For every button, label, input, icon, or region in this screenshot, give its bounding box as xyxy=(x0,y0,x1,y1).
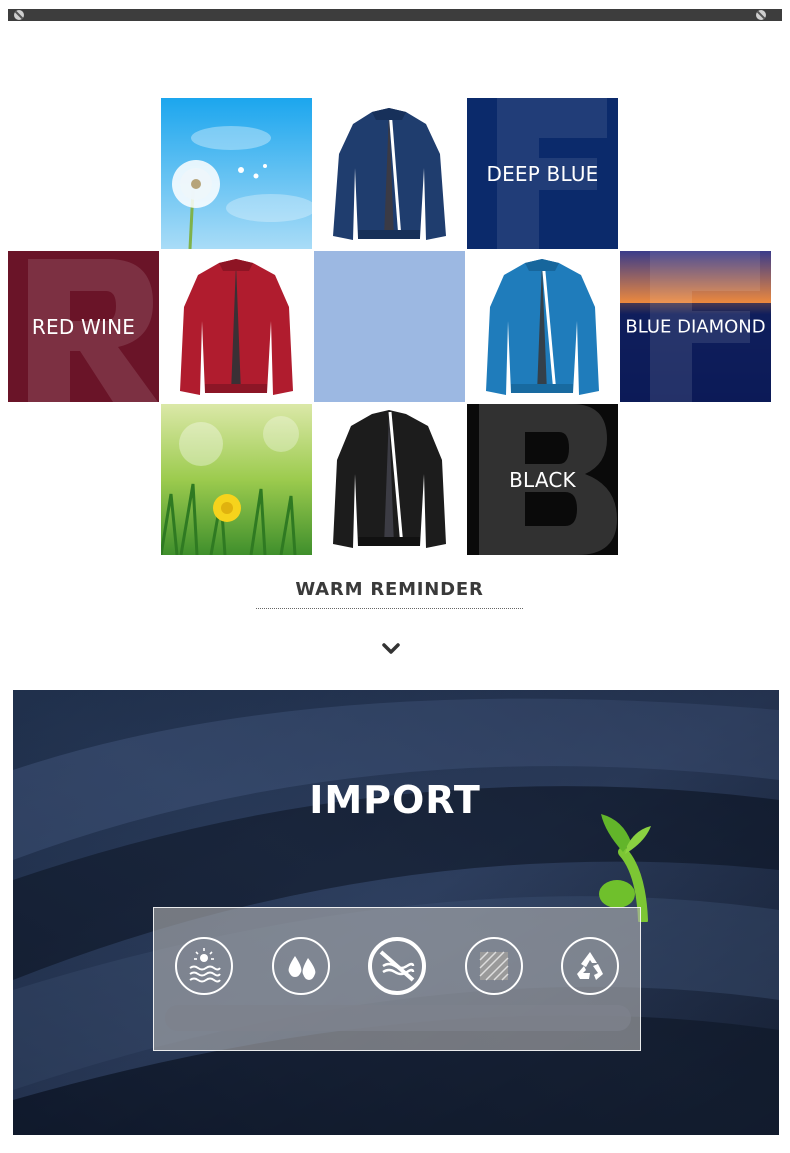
feature-caption-bar xyxy=(165,1005,631,1031)
recycle-icon xyxy=(561,937,619,995)
dandelion-sky-image xyxy=(161,98,312,249)
screw-icon xyxy=(756,10,766,20)
warm-reminder-title: WARM REMINDER xyxy=(295,579,484,600)
features-panel xyxy=(153,907,641,1051)
deep-blue-label: DEEP BLUE xyxy=(486,161,599,186)
jacket-blue-image xyxy=(467,251,618,402)
no-wash-icon xyxy=(368,937,426,995)
black-swatch: BLACK xyxy=(467,404,618,555)
jacket-navy-image xyxy=(314,98,465,249)
blue-diamond-label: BLUE DIAMOND xyxy=(625,316,766,337)
texture-icon xyxy=(465,937,523,995)
grass-flower-image xyxy=(161,404,312,555)
sprout-icon xyxy=(599,814,651,922)
blue-diamond-swatch: BLUE DIAMOND xyxy=(620,251,771,402)
jacket-red-image xyxy=(161,251,312,402)
water-drops-icon xyxy=(272,937,330,995)
top-bar xyxy=(8,9,782,21)
light-blue-swatch xyxy=(314,251,465,402)
screw-icon xyxy=(14,10,24,20)
import-title: IMPORT xyxy=(309,778,481,822)
chevron-down-icon xyxy=(382,643,400,654)
black-label: BLACK xyxy=(509,467,576,492)
deep-blue-swatch: DEEP BLUE xyxy=(467,98,618,249)
red-wine-label: RED WINE xyxy=(31,314,136,339)
sun-water-icon xyxy=(175,937,233,995)
red-wine-swatch: RED WINE xyxy=(8,251,159,402)
jacket-black-image xyxy=(314,404,465,555)
dotted-divider xyxy=(256,608,523,609)
